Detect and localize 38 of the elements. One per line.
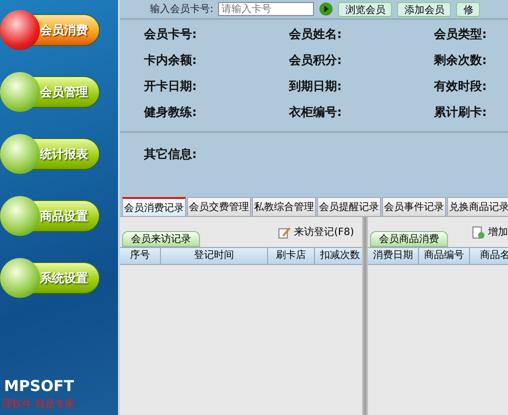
field-label: 会员积分: <box>289 52 343 69</box>
field-label: 健身教练: <box>144 104 198 121</box>
field-label: 会员姓名: <box>289 26 343 43</box>
column-header[interactable]: 商品名 <box>470 248 508 264</box>
field-label: 开卡日期: <box>144 78 198 95</box>
column-header[interactable]: 消费日期 <box>368 248 419 264</box>
field-label: 剩余次数: <box>434 52 487 69</box>
field-label: 到期日期: <box>289 78 343 95</box>
card-field[interactable]: 请输入卡号 <box>218 2 314 16</box>
add-document-icon <box>472 226 485 238</box>
register-button[interactable]: 来访登记(F8) <box>278 225 362 239</box>
toolbar-button[interactable]: 修 <box>456 2 480 16</box>
go-icon[interactable] <box>319 2 334 16</box>
tab[interactable]: 会员消费记录 <box>122 197 186 216</box>
tab[interactable]: 私教综合管理 <box>252 197 316 216</box>
tab[interactable]: 会员交费管理 <box>187 197 251 216</box>
sub-tab[interactable]: 会员商品消费 <box>370 231 448 247</box>
field-label: 累计刷卡: <box>434 104 487 121</box>
tab[interactable]: 会员事件记录 <box>382 197 446 216</box>
pencil-icon <box>278 226 292 238</box>
toolbar-button[interactable]: 浏览会员 <box>338 2 392 16</box>
add-button[interactable]: 增加 <box>472 225 508 239</box>
column-header[interactable]: 序号 <box>120 248 161 264</box>
field-label: 会员类型: <box>434 26 487 43</box>
field-label: 有效时段: <box>434 78 487 95</box>
field-label: 会员卡号: <box>144 26 198 43</box>
column-header[interactable]: 商品编号 <box>419 248 470 264</box>
column-header[interactable]: 登记时间 <box>161 248 268 264</box>
toolbar-button[interactable]: 添加会员 <box>397 2 452 16</box>
sub-tab[interactable]: 会员来访记录 <box>122 231 200 247</box>
tab[interactable]: 会员提醒记录 <box>317 197 381 216</box>
field-label: 卡内余额: <box>144 52 198 69</box>
slogan-text: 理软件 就是专家 <box>1 398 76 412</box>
card-label: 输入会员卡号: <box>150 2 214 16</box>
field-label: 其它信息: <box>144 147 197 161</box>
logo-text: MPSOFT <box>3 377 75 395</box>
field-label: 衣柜编号: <box>289 104 343 121</box>
column-header[interactable]: 刷卡店 <box>268 248 315 264</box>
